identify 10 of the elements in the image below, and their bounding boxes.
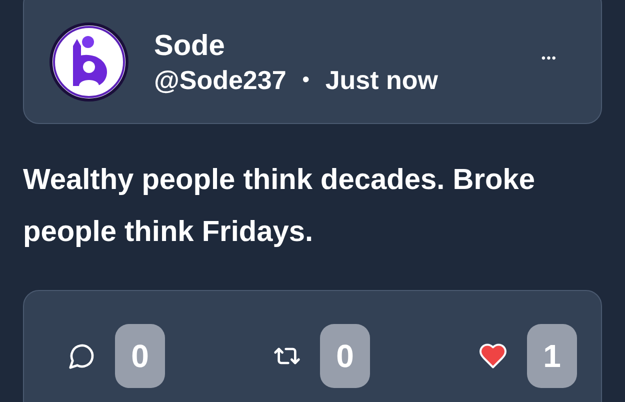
author-name: Sode [154,28,226,64]
separator-dot: • [302,68,310,93]
count-button[interactable]: 0 [320,324,370,388]
count-button[interactable]: 1 [527,324,577,388]
avatar-logo-icon [49,22,129,102]
count-button[interactable]: 0 [115,324,165,388]
post-time: Just now [325,64,438,96]
more-options-button[interactable]: ••• [541,49,557,67]
post-text: Wealthy people think decades. Broke people think Fridays. [23,163,536,250]
author-handle: @Sode237 [154,64,286,96]
